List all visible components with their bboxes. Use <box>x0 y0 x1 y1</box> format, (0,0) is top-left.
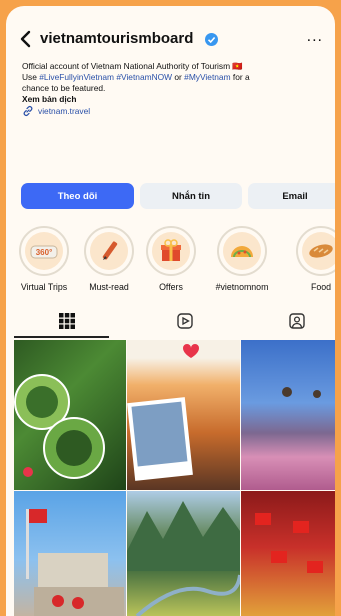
post-image <box>127 501 240 616</box>
svg-text:360°: 360° <box>36 248 53 257</box>
story-highlights: 360° Virtual Trips Must-read Offers #vie… <box>6 226 335 296</box>
highlight-label: Offers <box>159 282 183 292</box>
profile-screen: vietnamtourismboard ... Official account… <box>6 6 335 616</box>
bread-icon <box>302 232 335 270</box>
posts-grid <box>6 340 335 616</box>
post-thumbnail[interactable] <box>127 491 240 616</box>
top-bar: vietnamtourismboard ... <box>6 28 335 52</box>
more-options-button[interactable]: ... <box>307 28 323 46</box>
post-thumbnail[interactable] <box>127 340 240 490</box>
active-tab-indicator <box>14 336 109 338</box>
post-image <box>14 374 105 479</box>
highlight-must-read[interactable]: Must-read <box>79 226 139 292</box>
vr-360-icon: 360° <box>25 232 63 270</box>
highlight-label: Virtual Trips <box>20 282 68 292</box>
post-image <box>282 387 321 398</box>
post-thumbnail[interactable] <box>14 340 126 490</box>
reels-icon[interactable] <box>176 312 194 330</box>
highlight-ring <box>296 226 335 276</box>
tagged-icon[interactable] <box>288 312 306 330</box>
bio-line-2: Use #LiveFullyinVietnam #VietnamNOW or #… <box>22 72 327 83</box>
link-icon <box>23 106 33 116</box>
profile-bio: Official account of Vietnam National Aut… <box>22 61 327 117</box>
bio-text: or <box>172 72 185 82</box>
bio-line-1: Official account of Vietnam National Aut… <box>22 61 243 71</box>
highlight-label: Must-read <box>89 282 129 292</box>
profile-tabs <box>6 306 335 338</box>
highlight-label: #vietnomnom <box>215 282 269 292</box>
grid-icon[interactable] <box>58 312 76 330</box>
highlight-offers[interactable]: Offers <box>141 226 201 292</box>
post-thumbnail[interactable] <box>241 340 335 490</box>
post-image <box>127 344 199 481</box>
website-link[interactable]: vietnam.travel <box>22 105 327 117</box>
highlight-ring: 360° <box>19 226 69 276</box>
profile-username: vietnamtourismboard <box>40 30 194 47</box>
hashtag-link[interactable]: #LiveFullyinVietnam #VietnamNOW <box>39 72 172 82</box>
highlight-ring <box>146 226 196 276</box>
verified-badge-icon <box>205 33 218 46</box>
highlight-vietnomnom[interactable]: #vietnomnom <box>212 226 272 292</box>
highlight-ring <box>217 226 267 276</box>
post-image <box>255 513 323 573</box>
message-button[interactable]: Nhắn tin <box>140 183 242 209</box>
bio-text: Use <box>22 72 40 82</box>
action-buttons: Theo dõi Nhắn tin Email <box>21 183 335 209</box>
banh-xeo-icon <box>223 232 261 270</box>
bio-text: for a <box>230 72 250 82</box>
post-thumbnail[interactable] <box>241 491 335 616</box>
see-translation-link[interactable]: Xem bản dịch <box>22 94 327 105</box>
gift-icon <box>152 232 190 270</box>
hashtag-link[interactable]: #MyVietnam <box>184 72 230 82</box>
follow-button[interactable]: Theo dõi <box>21 183 134 209</box>
highlight-food[interactable]: Food <box>291 226 335 292</box>
highlight-virtual-trips[interactable]: 360° Virtual Trips <box>14 226 74 292</box>
highlight-ring <box>84 226 134 276</box>
post-thumbnail[interactable] <box>14 491 126 616</box>
back-arrow-icon[interactable] <box>18 29 34 49</box>
post-image <box>26 509 124 616</box>
email-button[interactable]: Email <box>248 183 335 209</box>
website-link-text[interactable]: vietnam.travel <box>38 106 90 117</box>
bio-line-3: chance to be featured. <box>22 83 106 93</box>
pen-icon <box>90 232 128 270</box>
highlight-label: Food <box>310 282 332 292</box>
